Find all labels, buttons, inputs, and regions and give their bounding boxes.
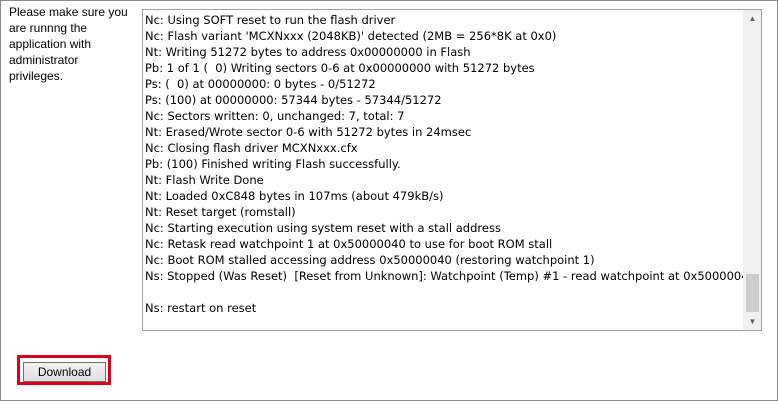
log-line: Nt: Reset target (romstall) — [145, 205, 296, 219]
note-line: are runnng the — [9, 21, 88, 35]
log-line: Nt: Writing 51272 bytes to address 0x000… — [145, 45, 471, 59]
note-line: privileges. — [9, 69, 64, 83]
scroll-down-arrow-icon[interactable]: ▼ — [744, 313, 761, 330]
log-line: Nc: Closing flash driver MCXNxxx.cfx — [145, 141, 358, 155]
download-button[interactable]: Download — [23, 362, 106, 382]
log-line: Nc: Using SOFT reset to run the flash dr… — [145, 13, 396, 27]
log-line: Ns: Stopped (Was Reset) [Reset from Unkn… — [145, 269, 743, 283]
log-output-textbox[interactable]: Nc: Using SOFT reset to run the flash dr… — [142, 9, 762, 331]
log-line: Pb: 1 of 1 ( 0) Writing sectors 0-6 at 0… — [145, 61, 535, 75]
note-line: application with — [9, 37, 92, 51]
log-line: Nt: Flash Write Done — [145, 173, 264, 187]
log-line: Nc: Starting execution using system rese… — [145, 221, 501, 235]
log-line: Nc: Flash variant 'MCXNxxx (2048KB)' det… — [145, 29, 557, 43]
log-line: Pb: (100) Finished writing Flash success… — [145, 157, 401, 171]
log-line: Nc: Boot ROM stalled accessing address 0… — [145, 253, 595, 267]
log-line: Nt: Erased/Wrote sector 0-6 with 51272 b… — [145, 125, 472, 139]
log-output-text: Nc: Using SOFT reset to run the flash dr… — [145, 12, 743, 330]
scrollbar-thumb[interactable] — [746, 274, 759, 312]
log-line: Ns: restart on reset — [145, 301, 257, 315]
log-line: Ps: ( 0) at 00000000: 0 bytes - 0/51272 — [145, 77, 376, 91]
note-line: Please make sure you — [9, 5, 128, 19]
log-line: Nt: Loaded 0xC848 bytes in 107ms (about … — [145, 189, 444, 203]
log-line: Nc: Retask read watchpoint 1 at 0x500000… — [145, 237, 553, 251]
log-vertical-scrollbar[interactable]: ▲ ▼ — [743, 10, 761, 330]
log-line: Nc: Sectors written: 0, unchanged: 7, to… — [145, 109, 405, 123]
note-line: administrator — [9, 53, 79, 67]
scroll-up-arrow-icon[interactable]: ▲ — [744, 10, 761, 27]
log-line: Ps: (100) at 00000000: 57344 bytes - 573… — [145, 93, 442, 107]
admin-privileges-note: Please make sure you are runnng the appl… — [9, 4, 135, 84]
